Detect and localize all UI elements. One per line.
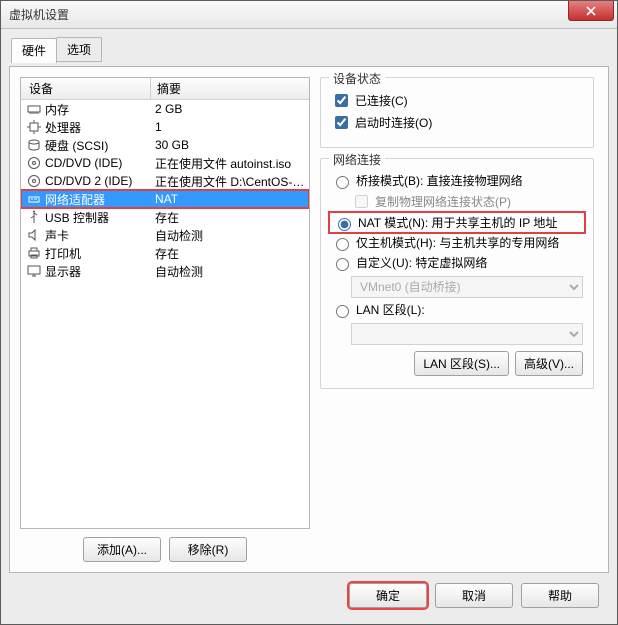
cd-icon [27,156,41,170]
usb-icon [27,210,41,224]
select-lan-segment [351,323,583,345]
cancel-button[interactable]: 取消 [435,583,513,608]
device-name: 显示器 [45,263,81,280]
cpu-icon [27,120,41,134]
device-name: 打印机 [45,245,81,262]
device-name: 硬盘 (SCSI) [45,137,108,154]
help-button[interactable]: 帮助 [521,583,599,608]
device-summary: 自动检测 [151,263,309,280]
device-row[interactable]: 网络适配器 NAT [21,190,309,208]
radio-hostonly-label: 仅主机模式(H): 与主机共享的专用网络 [356,234,559,251]
device-name: USB 控制器 [45,209,109,226]
radio-nat-label: NAT 模式(N): 用于共享主机的 IP 地址 [358,214,557,231]
device-name: 声卡 [45,227,69,244]
col-device[interactable]: 设备 [21,78,151,99]
select-custom-vmnet: VMnet0 (自动桥接) [351,276,583,298]
radio-lan-segment[interactable] [336,305,349,318]
device-summary: 存在 [151,245,309,262]
close-button[interactable] [568,1,614,21]
device-name: 内存 [45,101,69,118]
cd-icon [27,174,41,188]
group-title-netconn: 网络连接 [329,151,385,168]
group-title-status: 设备状态 [329,70,385,87]
chk-connected-label: 已连接(C) [355,92,408,109]
device-summary: 1 [151,120,309,134]
titlebar: 虚拟机设置 [1,1,617,29]
device-row[interactable]: CD/DVD (IDE) 正在使用文件 autoinst.iso [21,154,309,172]
device-name: 网络适配器 [45,191,105,208]
device-summary: 30 GB [151,138,309,152]
radio-bridged-label: 桥接模式(B): 直接连接物理网络 [356,172,523,189]
window-title: 虚拟机设置 [9,6,69,23]
tab-bar: 硬件 选项 [11,37,609,62]
display-icon [27,264,41,278]
radio-lan-segment-label: LAN 区段(L): [356,301,425,318]
chk-replicate-label: 复制物理网络连接状态(P) [375,193,511,210]
radio-bridged[interactable] [336,176,349,189]
col-summary[interactable]: 摘要 [151,80,309,97]
sound-icon [27,228,41,242]
device-row[interactable]: 处理器 1 [21,118,309,136]
device-name: 处理器 [45,119,81,136]
device-row[interactable]: 声卡 自动检测 [21,226,309,244]
device-name: CD/DVD 2 (IDE) [45,174,132,188]
device-summary: 正在使用文件 autoinst.iso [151,155,309,172]
device-row[interactable]: CD/DVD 2 (IDE) 正在使用文件 D:\CentOS-7-x8... [21,172,309,190]
disk-icon [27,138,41,152]
advanced-button[interactable]: 高级(V)... [515,351,583,376]
radio-custom[interactable] [336,258,349,271]
printer-icon [27,246,41,260]
memory-icon [27,102,41,116]
chk-connect-poweron-label: 启动时连接(O) [355,114,432,131]
device-summary: NAT [151,192,309,206]
device-row[interactable]: 打印机 存在 [21,244,309,262]
radio-nat[interactable] [338,218,351,231]
device-summary: 2 GB [151,102,309,116]
device-row[interactable]: 内存 2 GB [21,100,309,118]
group-device-status: 设备状态 已连接(C) 启动时连接(O) [320,77,594,148]
device-list: 设备 摘要 内存 2 GB 处理器 1 硬盘 (SCSI) 30 GB CD/DVD (ID… [20,77,310,529]
lan-segments-button[interactable]: LAN 区段(S)... [414,351,509,376]
device-row[interactable]: 显示器 自动检测 [21,262,309,280]
add-button[interactable]: 添加(A)... [83,537,161,562]
device-name: CD/DVD (IDE) [45,156,122,170]
network-icon [27,192,41,206]
device-row[interactable]: 硬盘 (SCSI) 30 GB [21,136,309,154]
chk-connect-poweron[interactable] [335,116,348,129]
radio-custom-label: 自定义(U): 特定虚拟网络 [356,254,487,271]
dialog-footer: 确定 取消 帮助 [9,577,609,616]
tab-options[interactable]: 选项 [56,37,102,62]
group-network-connection: 网络连接 桥接模式(B): 直接连接物理网络 复制物理网络连接状态(P) NAT… [320,158,594,389]
device-summary: 正在使用文件 D:\CentOS-7-x8... [151,173,309,190]
chk-replicate [355,195,368,208]
device-summary: 自动检测 [151,227,309,244]
ok-button[interactable]: 确定 [349,583,427,608]
radio-hostonly[interactable] [336,238,349,251]
remove-button[interactable]: 移除(R) [169,537,247,562]
tab-hardware[interactable]: 硬件 [11,38,57,63]
chk-connected[interactable] [335,94,348,107]
device-summary: 存在 [151,209,309,226]
device-row[interactable]: USB 控制器 存在 [21,208,309,226]
close-icon [586,6,596,16]
